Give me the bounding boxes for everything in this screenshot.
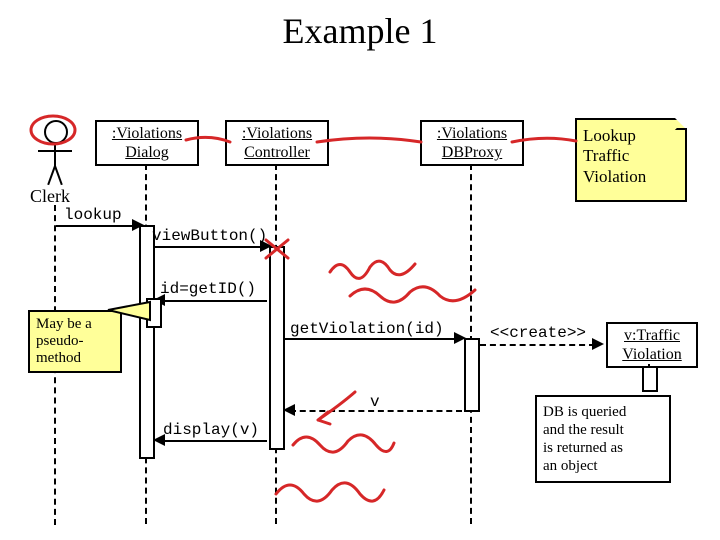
lookup-note: Lookup Traffic Violation <box>575 118 687 202</box>
arrow-head <box>592 338 604 350</box>
arrow-head <box>153 434 165 446</box>
arrow <box>285 338 457 340</box>
arrow-head <box>283 404 295 416</box>
red-word-creation-icon <box>345 278 485 318</box>
msg-lookup: lookup <box>64 206 122 224</box>
msg-getviolation: getViolation(id) <box>290 320 444 338</box>
controller-object: :Violations Controller <box>225 120 329 166</box>
page-title: Example 1 <box>0 10 720 52</box>
clerk-label: Clerk <box>30 186 70 207</box>
callout-pointer-icon <box>100 300 160 325</box>
tv-activation <box>642 366 658 392</box>
red-line-3-icon <box>510 132 580 152</box>
db-note: DB is queried and the result is returned… <box>535 395 671 483</box>
red-arrow-v-icon <box>310 390 370 430</box>
red-line-2-icon <box>315 132 425 152</box>
clerk-actor-icon <box>54 166 63 185</box>
msg-create: <<create>> <box>490 324 586 342</box>
dbproxy-object: :Violations DBProxy <box>420 120 524 166</box>
sequence-diagram: Example 1 Clerk :Violations Dialog :Viol… <box>0 0 720 540</box>
red-word-bottom-icon <box>270 470 390 525</box>
msg-viewbutton: viewButton() <box>152 227 267 245</box>
dbproxy-activation <box>464 338 480 412</box>
dialog-activation <box>139 225 155 459</box>
red-word-return-icon <box>288 425 398 473</box>
red-circle-actor-icon <box>28 112 78 152</box>
arrow <box>155 300 267 302</box>
msg-display: display(v) <box>163 421 259 439</box>
arrow <box>155 246 263 248</box>
controller-activation <box>269 246 285 450</box>
red-x-icon <box>264 238 294 262</box>
red-line-1-icon <box>184 132 234 152</box>
msg-getid: id=getID() <box>160 280 256 298</box>
arrow <box>480 344 595 346</box>
arrow <box>158 440 267 442</box>
msg-return-v: v <box>370 393 380 411</box>
traffic-violation-object: v:Traffic Violation <box>606 322 698 368</box>
arrow <box>56 225 134 227</box>
